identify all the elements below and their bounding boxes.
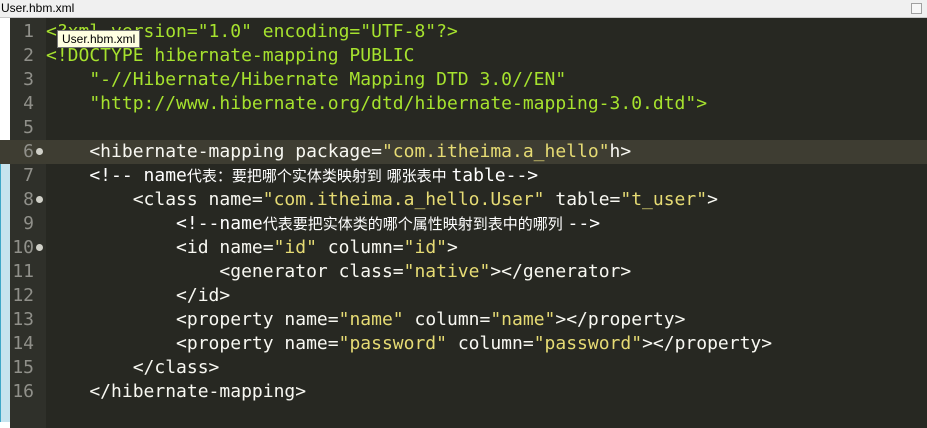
code-line[interactable]: 5 — [0, 116, 927, 140]
code-token: "-//Hibernate/Hibernate Mapping DTD 3.0/… — [46, 69, 567, 90]
code-text: <!--name代表要把实体类的哪个属性映射到表中的哪列 --> — [46, 212, 600, 236]
code-text: <id name="id" column="id"> — [46, 236, 458, 260]
code-token: <!--name — [46, 213, 263, 234]
code-token: </id> — [46, 285, 231, 306]
code-token: <!DOCTYPE hibernate-mapping PUBLIC — [46, 45, 415, 66]
code-line[interactable]: 12 </id> — [0, 284, 927, 308]
code-line[interactable]: 8 <class name="com.itheima.a_hello.User"… — [0, 188, 927, 212]
code-token: <hibernate-mapping package= — [46, 141, 382, 162]
filename-tooltip: User.hbm.xml — [57, 30, 141, 48]
code-token: "native" — [403, 261, 491, 282]
line-number: 9 — [23, 213, 34, 234]
code-text: <!-- name代表：要把哪个实体类映射到 哪张表中 table--> — [46, 164, 538, 188]
code-line[interactable]: 3 "-//Hibernate/Hibernate Mapping DTD 3.… — [0, 68, 927, 92]
code-text: <property name="password" column="passwo… — [46, 332, 772, 356]
code-token: "password" — [533, 333, 643, 354]
code-token: <!-- name — [46, 165, 187, 186]
line-number: 1 — [23, 21, 34, 42]
code-token: ></generator> — [490, 261, 632, 282]
code-token: ></property> — [642, 333, 773, 354]
line-number: 4 — [23, 93, 34, 114]
code-text: <hibernate-mapping package="com.itheima.… — [46, 140, 631, 164]
code-token: "password" — [338, 333, 447, 354]
code-token: <id name= — [46, 237, 274, 258]
code-token: table= — [544, 189, 621, 210]
code-text: <generator class="native"></generator> — [46, 260, 631, 284]
code-line[interactable]: 9 <!--name代表要把实体类的哪个属性映射到表中的哪列 --> — [0, 212, 927, 236]
code-token: </hibernate-mapping> — [46, 381, 307, 402]
code-token: 代表：要把哪个实体类映射到 哪张表中 — [186, 167, 452, 185]
code-text: "http://www.hibernate.org/dtd/hibernate-… — [46, 92, 707, 116]
fold-toggle-icon[interactable] — [36, 244, 43, 251]
restore-icon[interactable] — [911, 3, 922, 14]
code-line[interactable]: 14 <property name="password" column="pas… — [0, 332, 927, 356]
code-token: "com.itheima.a_hello" — [381, 141, 610, 162]
code-token: "com.itheima.a_hello.User" — [262, 189, 545, 210]
line-number: 2 — [23, 45, 34, 66]
code-token: table--> — [451, 165, 539, 186]
code-line[interactable]: 11 <generator class="native"></generator… — [0, 260, 927, 284]
line-number: 6 — [23, 141, 34, 162]
code-token: <generator class= — [46, 261, 404, 282]
line-number: 12 — [12, 285, 34, 306]
code-line[interactable]: 10 <id name="id" column="id"> — [0, 236, 927, 260]
code-editor[interactable]: 1 <?xml version="1.0" encoding="UTF-8"?> 2… — [0, 18, 927, 428]
code-token: h> — [609, 141, 632, 162]
code-token: "name" — [490, 309, 556, 330]
line-number: 5 — [23, 117, 34, 138]
code-line[interactable]: 15 </class> — [0, 356, 927, 380]
code-token: "http://www.hibernate.org/dtd/hibernate-… — [46, 93, 708, 114]
line-number: 7 — [23, 165, 34, 186]
code-line[interactable]: 16 </hibernate-mapping> — [0, 380, 927, 404]
code-token: column= — [403, 309, 491, 330]
line-number: 16 — [12, 381, 34, 402]
code-token: column= — [446, 333, 534, 354]
code-line[interactable]: 4 "http://www.hibernate.org/dtd/hibernat… — [0, 92, 927, 116]
line-number: 8 — [23, 189, 34, 210]
mouse-pointer-icon — [468, 224, 471, 227]
line-number: 15 — [12, 357, 34, 378]
line-number: 3 — [23, 69, 34, 90]
line-number: 14 — [12, 333, 34, 354]
code-text: </class> — [46, 356, 220, 380]
line-number: 13 — [12, 309, 34, 330]
code-text: "-//Hibernate/Hibernate Mapping DTD 3.0/… — [46, 68, 566, 92]
code-token: <property name= — [46, 333, 339, 354]
line-number: 11 — [12, 261, 34, 282]
code-token: > — [707, 189, 718, 210]
code-line[interactable]: 7 <!-- name代表：要把哪个实体类映射到 哪张表中 table--> — [0, 164, 927, 188]
fold-toggle-icon[interactable] — [36, 196, 43, 203]
tab-filename[interactable]: User.hbm.xml — [1, 1, 74, 16]
code-token: 代表要把实体类的哪个属性映射到表中的哪列 — [262, 215, 568, 233]
code-token: </class> — [46, 357, 220, 378]
line-number: 10 — [12, 237, 34, 258]
code-token: ></property> — [555, 309, 686, 330]
code-token: "t_user" — [620, 189, 708, 210]
code-token: "id" — [273, 237, 317, 258]
code-line[interactable]: 13 <property name="name" column="name"><… — [0, 308, 927, 332]
code-token: column= — [316, 237, 404, 258]
fold-toggle-icon[interactable] — [36, 148, 43, 155]
code-token: <property name= — [46, 309, 339, 330]
code-text: </id> — [46, 284, 230, 308]
code-token: --> — [567, 213, 601, 234]
code-text: </hibernate-mapping> — [46, 380, 306, 404]
code-token: <class name= — [46, 189, 263, 210]
code-text: <class name="com.itheima.a_hello.User" t… — [46, 188, 718, 212]
code-token: "id" — [403, 237, 447, 258]
code-token: "name" — [338, 309, 404, 330]
editor-tab-bar: User.hbm.xml — [0, 0, 927, 18]
code-token: > — [447, 237, 458, 258]
code-text: <property name="name" column="name"></pr… — [46, 308, 685, 332]
code-line[interactable]: 6 <hibernate-mapping package="com.itheim… — [0, 140, 927, 164]
